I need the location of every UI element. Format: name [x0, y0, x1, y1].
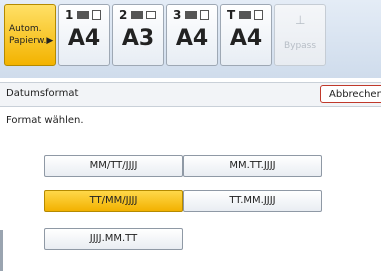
format-option-mm-dot-tt-jjjj[interactable]: MM.TT.JJJJ: [183, 155, 322, 177]
bypass-tray-icon: ⊥: [295, 13, 306, 27]
tray-paper-size: A4: [67, 26, 101, 51]
tray-number: 2: [119, 8, 128, 22]
format-option-jjjj-dot-mm-tt[interactable]: JJJJ.MM.TT: [44, 228, 183, 250]
paper-tray-bar: Autom. Papierw.▶ 1 A4 2 A3 3 A4 T A4 ⊥ B…: [0, 0, 381, 78]
tray-paper-size: A4: [175, 26, 209, 51]
paper-orientation-icon: [92, 10, 101, 20]
format-option-tt-dot-mm-jjjj[interactable]: TT.MM.JJJJ: [183, 190, 322, 212]
paper-orientation-icon: [254, 10, 263, 20]
auto-paper-select-button[interactable]: Autom. Papierw.▶: [4, 4, 56, 66]
play-arrow-icon: ▶: [46, 36, 54, 46]
tray-1-button[interactable]: 1 A4: [58, 4, 110, 66]
tray-t-button[interactable]: T A4: [220, 4, 272, 66]
paper-orientation-icon: [200, 10, 209, 20]
tray-paper-size: A3: [121, 26, 155, 51]
bypass-tray-button[interactable]: ⊥ Bypass: [274, 4, 326, 66]
paper-stack-icon: [185, 11, 197, 19]
instruction-text: Format wählen.: [6, 115, 84, 126]
paper-stack-icon: [131, 11, 143, 19]
tray-number: 3: [173, 8, 182, 22]
format-option-mm-slash-tt-jjjj[interactable]: MM/TT/JJJJ: [44, 155, 183, 177]
paper-stack-icon: [239, 11, 251, 19]
tray-3-button[interactable]: 3 A4: [166, 4, 218, 66]
paper-stack-icon: [77, 11, 89, 19]
auto-paper-label-line1: Autom.: [9, 24, 42, 34]
tray-number: 1: [65, 8, 74, 22]
tray-paper-size: A4: [229, 26, 263, 51]
cancel-button[interactable]: Abbrechen: [320, 85, 381, 103]
left-edge-bar: [0, 230, 3, 271]
tray-2-button[interactable]: 2 A3: [112, 4, 164, 66]
paper-orientation-icon: [146, 11, 156, 19]
format-option-tt-slash-mm-jjjj[interactable]: TT/MM/JJJJ: [44, 190, 183, 212]
dialog-title: Datumsformat: [6, 88, 79, 99]
tray-number: T: [227, 8, 236, 22]
bypass-label: Bypass: [283, 41, 317, 51]
dialog-title-bar: Datumsformat Abbrechen: [0, 82, 381, 107]
auto-paper-label-line2: Papierw.: [9, 36, 47, 46]
